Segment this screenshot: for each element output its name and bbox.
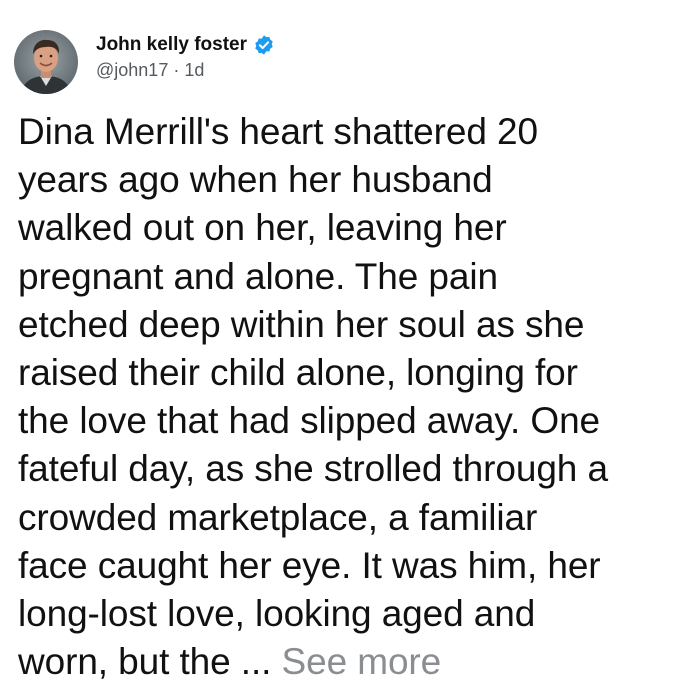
author-name-row: John kelly foster xyxy=(96,32,275,58)
post-line: walked out on her, leaving her xyxy=(18,207,507,249)
author-name[interactable]: John kelly foster xyxy=(96,34,247,56)
post-line: pregnant and alone. The pain xyxy=(18,255,498,297)
post-line: years ago when her husband xyxy=(18,159,493,201)
author-handle-row: @john17 · 1d xyxy=(96,60,275,81)
verified-badge-icon xyxy=(253,34,275,56)
post-line: crowded marketplace, a familiar xyxy=(18,496,538,538)
post-line: etched deep within her soul as she xyxy=(18,303,585,345)
post-card: John kelly foster @john17 · 1d Dina Merr… xyxy=(0,0,700,700)
post-timestamp[interactable]: 1d xyxy=(184,60,204,80)
post-line: raised their child alone, longing for xyxy=(18,352,578,394)
post-line: worn, but the ... xyxy=(18,641,272,683)
post-line: Dina Merrill's heart shattered 20 xyxy=(18,111,538,152)
post-line: long-lost love, looking aged and xyxy=(18,593,536,635)
meta-separator: · xyxy=(168,60,185,80)
post-body: Dina Merrill's heart shattered 20 years … xyxy=(18,108,694,686)
avatar[interactable] xyxy=(14,30,78,94)
author-meta: John kelly foster @john17 · 1d xyxy=(96,32,275,81)
post-last-line: worn, but the ... See more xyxy=(18,638,694,686)
author-handle[interactable]: @john17 xyxy=(96,60,168,80)
avatar-photo-icon xyxy=(14,30,78,94)
post-line: the love that had slipped away. One xyxy=(18,400,601,442)
see-more-link[interactable]: See more xyxy=(282,641,442,682)
post-line: face caught her eye. It was him, her xyxy=(18,544,601,586)
post-line: fateful day, as she strolled through a xyxy=(18,448,608,490)
post-header: John kelly foster @john17 · 1d xyxy=(14,30,275,100)
